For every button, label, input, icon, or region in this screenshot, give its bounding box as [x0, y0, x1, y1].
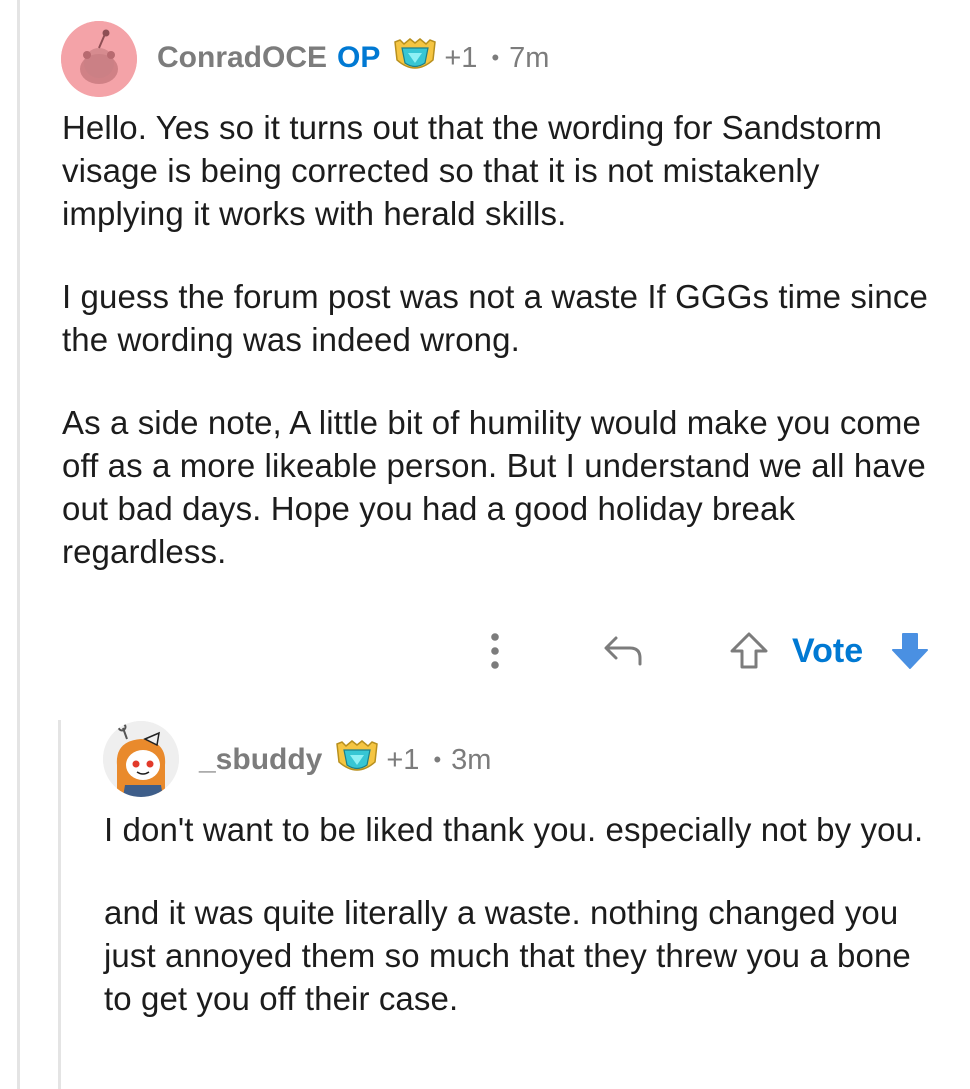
- comment-op: ConradOCE OP +1 • 7m Hello. Yes so it tu…: [0, 0, 970, 700]
- comment-paragraph: Hello. Yes so it turns out that the word…: [62, 109, 883, 232]
- comment-body: Hello. Yes so it turns out that the word…: [62, 106, 942, 613]
- helpful-award-icon[interactable]: [334, 738, 380, 783]
- upvote-arrow-icon[interactable]: [728, 630, 770, 677]
- user-avatar[interactable]: [61, 21, 137, 97]
- downvote-arrow-icon[interactable]: [889, 630, 931, 677]
- user-avatar[interactable]: [103, 721, 179, 797]
- comment-paragraph: I guess the forum post was not a waste I…: [62, 278, 928, 358]
- award-count: +1: [444, 41, 478, 74]
- vertical-ellipsis-icon[interactable]: [485, 631, 505, 676]
- comment-actions: Vote: [0, 628, 970, 674]
- username[interactable]: ConradOCE: [157, 41, 327, 75]
- meta-separator-dot: •: [491, 45, 500, 70]
- comment-header: _sbuddy +1 • 3m: [199, 738, 492, 783]
- username[interactable]: _sbuddy: [199, 743, 322, 777]
- comment-header: ConradOCE OP +1 • 7m: [157, 36, 550, 81]
- meta-separator-dot: •: [433, 747, 442, 772]
- comment-reply: _sbuddy +1 • 3m I don't want to be liked…: [0, 700, 970, 1089]
- vote-label: Vote: [792, 632, 864, 670]
- comment-age: 3m: [451, 743, 492, 776]
- reply-arrow-icon[interactable]: [602, 632, 644, 673]
- comment-body: I don't want to be liked thank you. espe…: [104, 808, 944, 1060]
- snoo-avatar-icon: [103, 721, 179, 797]
- award-count: +1: [386, 743, 420, 776]
- comment-paragraph: As a side note, A little bit of humility…: [62, 404, 926, 570]
- comment-paragraph: and it was quite literally a waste. noth…: [104, 894, 911, 1017]
- op-tag: OP: [337, 41, 381, 74]
- comment-age: 7m: [509, 41, 550, 74]
- snoo-avatar-icon: [61, 21, 137, 97]
- helpful-award-icon[interactable]: [392, 36, 438, 81]
- comment-paragraph: I don't want to be liked thank you. espe…: [104, 811, 924, 848]
